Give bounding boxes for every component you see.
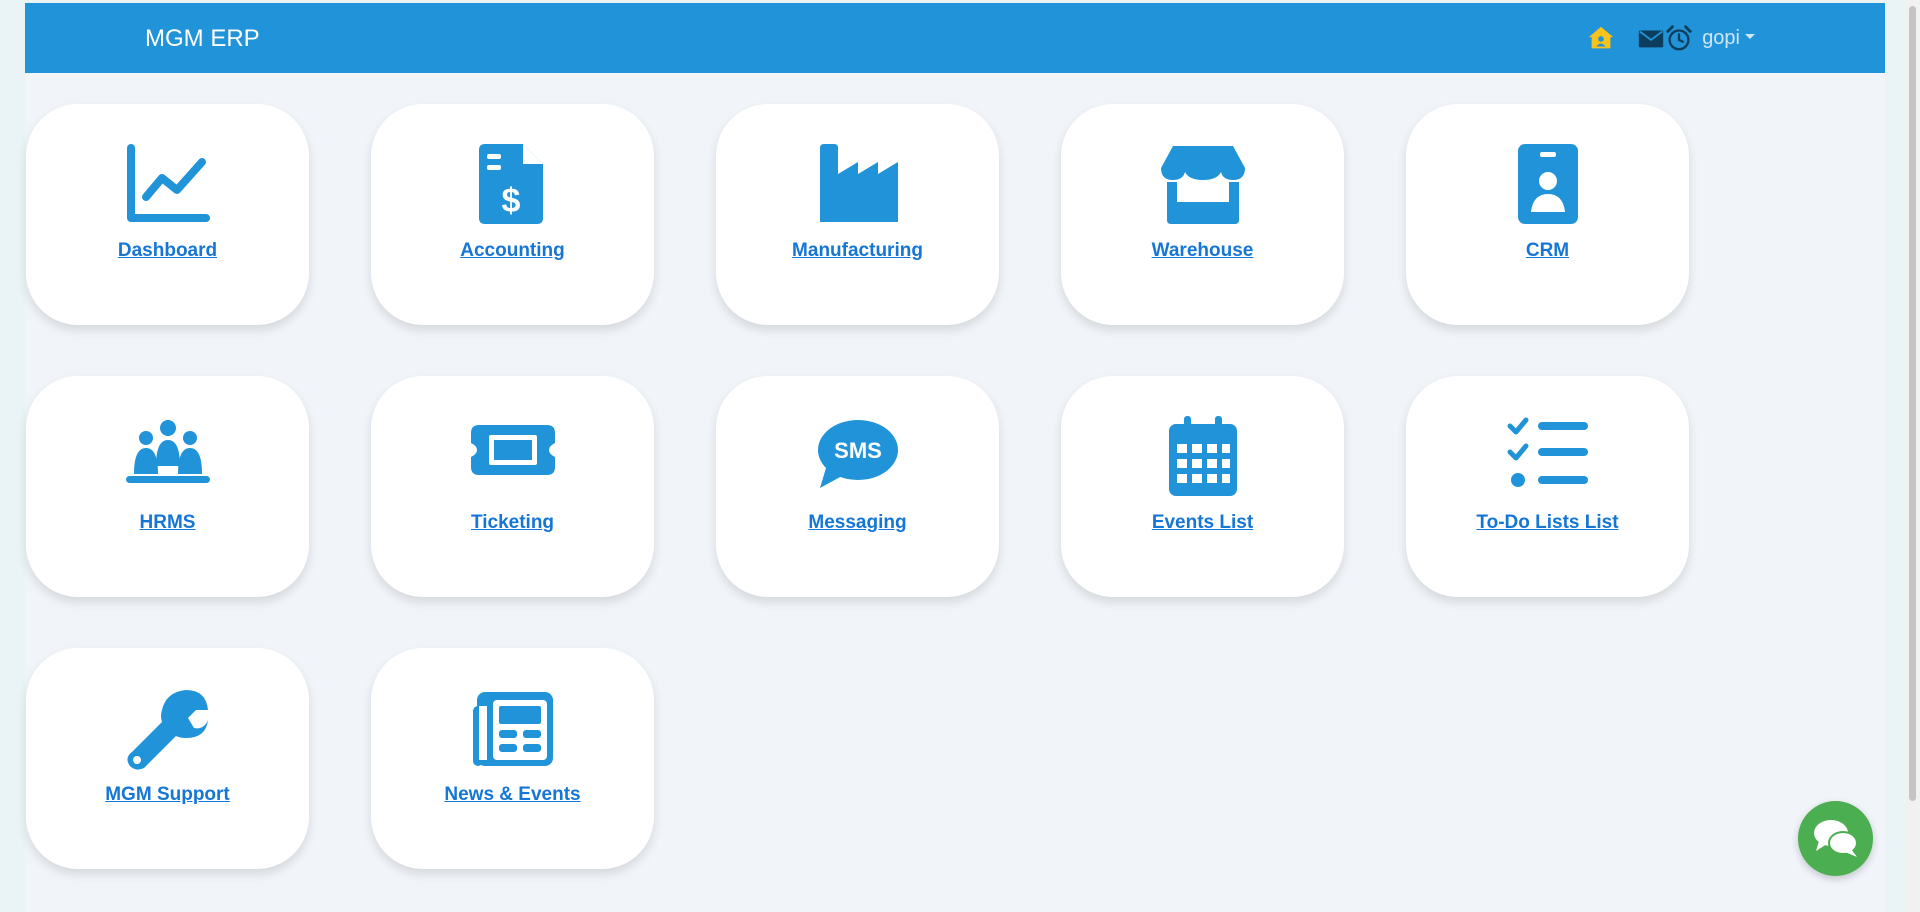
home-icon[interactable]	[1586, 23, 1616, 53]
people-group-icon	[125, 414, 210, 498]
module-label[interactable]: Manufacturing	[716, 240, 999, 262]
list-check-icon	[1506, 414, 1590, 498]
id-badge-icon	[1506, 142, 1590, 226]
module-label[interactable]: Warehouse	[1061, 240, 1344, 262]
chat-bubbles-icon	[1814, 820, 1858, 857]
module-tile-news-events[interactable]: News & Events	[371, 648, 654, 869]
module-tile-events-list[interactable]: Events List	[1061, 376, 1344, 597]
calendar-icon	[1161, 414, 1245, 498]
module-label[interactable]: To-Do Lists List	[1406, 512, 1689, 534]
module-tile-ticketing[interactable]: Ticketing	[371, 376, 654, 597]
app-container: MGM ERP gopi Dashboard $ Accounting Manu…	[25, 3, 1885, 912]
module-tile-mgm-support[interactable]: MGM Support	[26, 648, 309, 869]
brand-title[interactable]: MGM ERP	[145, 25, 260, 53]
module-label[interactable]: Ticketing	[371, 512, 654, 534]
module-tile-dashboard[interactable]: Dashboard	[26, 104, 309, 325]
user-name: gopi	[1702, 26, 1740, 49]
chart-line-icon	[126, 142, 210, 226]
module-label[interactable]: News & Events	[371, 784, 654, 806]
svg-text:$: $	[501, 182, 520, 220]
navbar-actions: gopi	[1586, 23, 1755, 53]
module-tile-manufacturing[interactable]: Manufacturing	[716, 104, 999, 325]
module-tile-accounting[interactable]: $ Accounting	[371, 104, 654, 325]
chevron-down-icon	[1745, 33, 1755, 39]
scrollbar-thumb[interactable]	[1909, 6, 1916, 801]
module-label[interactable]: MGM Support	[26, 784, 309, 806]
ticket-icon	[470, 414, 555, 498]
module-tile-warehouse[interactable]: Warehouse	[1061, 104, 1344, 325]
alarm-clock-icon[interactable]	[1664, 23, 1694, 53]
sms-icon: SMS	[816, 414, 900, 498]
module-label[interactable]: Accounting	[371, 240, 654, 262]
module-label[interactable]: HRMS	[26, 512, 309, 534]
vertical-scrollbar[interactable]	[1905, 0, 1920, 912]
module-label[interactable]: Dashboard	[26, 240, 309, 262]
module-tile-hrms[interactable]: HRMS	[26, 376, 309, 597]
module-label[interactable]: Events List	[1061, 512, 1344, 534]
svg-text:SMS: SMS	[834, 438, 882, 463]
mail-icon[interactable]	[1636, 23, 1664, 53]
wrench-icon	[126, 686, 210, 770]
invoice-dollar-icon: $	[471, 142, 555, 226]
module-tile-crm[interactable]: CRM	[1406, 104, 1689, 325]
top-navbar: MGM ERP gopi	[25, 3, 1885, 73]
chat-button[interactable]	[1798, 801, 1873, 876]
newspaper-icon	[471, 686, 555, 770]
module-label[interactable]: CRM	[1406, 240, 1689, 262]
module-tile-messaging[interactable]: SMS Messaging	[716, 376, 999, 597]
user-dropdown[interactable]: gopi	[1702, 27, 1755, 50]
module-label[interactable]: Messaging	[716, 512, 999, 534]
store-icon	[1160, 142, 1245, 226]
module-tile-to-do-lists[interactable]: To-Do Lists List	[1406, 376, 1689, 597]
factory-icon	[816, 142, 900, 226]
